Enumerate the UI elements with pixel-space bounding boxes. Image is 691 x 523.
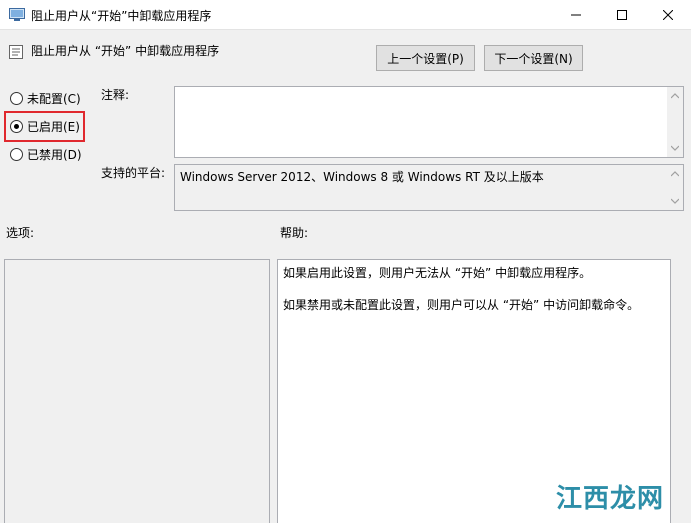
window-title: 阻止用户从“开始”中卸载应用程序 — [31, 9, 212, 23]
minimize-icon — [571, 14, 581, 16]
comment-label: 注释: — [101, 88, 130, 102]
maximize-icon — [617, 10, 627, 20]
supported-platform-value: Windows Server 2012、Windows 8 或 Windows … — [180, 170, 544, 184]
close-button[interactable] — [645, 0, 691, 30]
radio-not-configured-indicator[interactable] — [10, 91, 23, 105]
policy-dialog: 阻止用户从“开始”中卸载应用程序 阻止用户从 “开始” 中卸载应用程序 上一个设… — [0, 0, 691, 523]
options-label: 选项: — [6, 226, 35, 240]
help-text-line: 如果禁用或未配置此设置，则用户可以从 “开始” 中访问卸载命令。 — [283, 298, 640, 312]
help-text-line: 如果启用此设置，则用户无法从 “开始” 中卸载应用程序。 — [283, 266, 592, 280]
scroll-up-icon[interactable] — [671, 171, 679, 177]
help-label: 帮助: — [280, 226, 309, 240]
scroll-down-icon[interactable] — [671, 145, 679, 151]
previous-setting-button[interactable]: 上一个设置(P) — [376, 45, 475, 71]
radio-enabled-indicator[interactable] — [10, 119, 23, 133]
radio-enabled[interactable]: 已启用(E) — [10, 117, 80, 135]
radio-disabled-indicator[interactable] — [10, 147, 23, 161]
options-panel — [4, 259, 270, 523]
radio-enabled-label: 已启用(E) — [27, 119, 80, 134]
comment-scrollbar[interactable] — [667, 87, 683, 157]
platform-scrollbar[interactable] — [667, 165, 683, 210]
radio-disabled-label: 已禁用(D) — [27, 147, 82, 162]
watermark-logo: 江西龙网 — [556, 484, 665, 514]
policy-app-icon — [9, 8, 25, 22]
minimize-button[interactable] — [553, 0, 599, 30]
radio-not-configured-label: 未配置(C) — [27, 91, 81, 106]
supported-platform-box: Windows Server 2012、Windows 8 或 Windows … — [174, 164, 684, 211]
help-scrollbar[interactable] — [672, 259, 689, 523]
comment-textarea[interactable] — [174, 86, 684, 158]
close-icon — [663, 10, 673, 20]
scroll-down-icon[interactable] — [671, 198, 679, 204]
maximize-button[interactable] — [599, 0, 645, 30]
policy-title: 阻止用户从 “开始” 中卸载应用程序 — [31, 44, 220, 58]
radio-not-configured[interactable]: 未配置(C) — [10, 89, 81, 107]
title-bar[interactable]: 阻止用户从“开始”中卸载应用程序 — [0, 0, 691, 30]
next-setting-button[interactable]: 下一个设置(N) — [484, 45, 583, 71]
radio-disabled[interactable]: 已禁用(D) — [10, 145, 82, 163]
scroll-up-icon[interactable] — [671, 93, 679, 99]
supported-platform-label: 支持的平台: — [101, 166, 166, 180]
policy-setting-icon — [8, 44, 24, 60]
